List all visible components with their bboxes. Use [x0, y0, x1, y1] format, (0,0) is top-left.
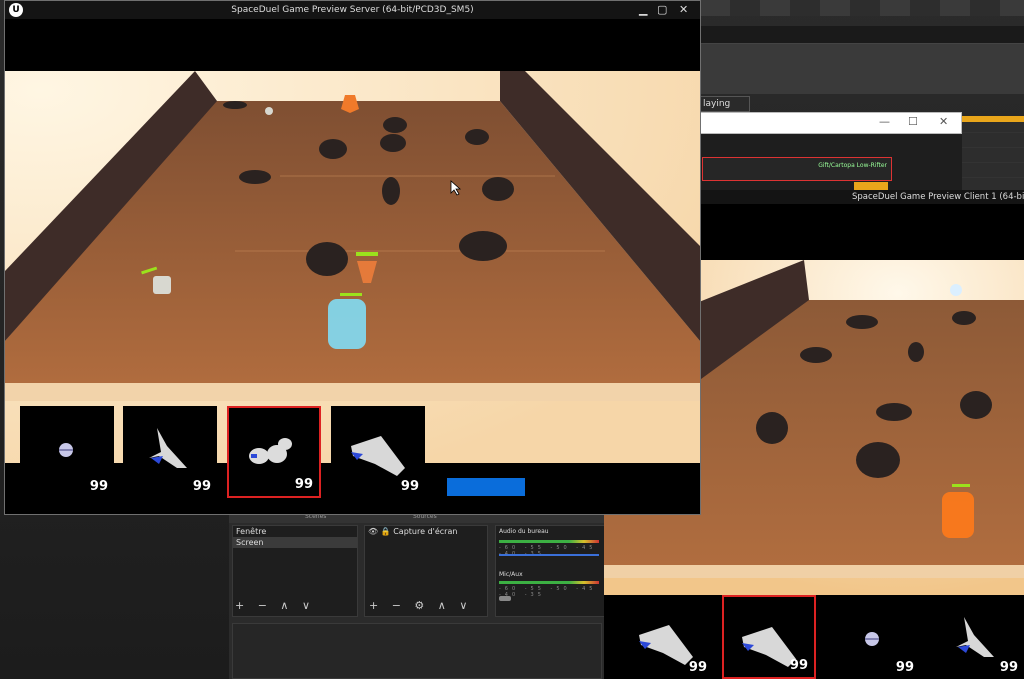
dialog-minimize-button[interactable]: — [879, 115, 890, 128]
player-ship-orange [942, 492, 974, 538]
scene-item[interactable]: Fenêtre [233, 526, 357, 537]
asteroid [800, 347, 832, 363]
mixer-mic-label: Mic/Aux [499, 571, 523, 578]
asteroid [856, 442, 900, 478]
server-game-viewport[interactable] [5, 71, 700, 463]
obs-dock: Scènes Sources Fenêtre Screen + − ∧ ∨ 👁 … [229, 513, 605, 679]
audio-mixer-panel: Audio du bureau -60 -55 -50 -45 -40 -35 … [495, 525, 605, 617]
asteroid [908, 342, 924, 362]
source-toolbar[interactable]: + − ⚙ ∧ ∨ [369, 599, 472, 612]
player-health-bar [952, 484, 970, 487]
asteroid [319, 139, 347, 159]
editor-viewport-grid [962, 122, 1024, 192]
lock-icon[interactable]: 🔒 [381, 527, 391, 536]
server-game-window: U SpaceDuel Game Preview Server (64-bit/… [4, 0, 701, 515]
mixer-desktop-label: Audio du bureau [499, 528, 549, 535]
inventory-slot[interactable]: 99 [20, 406, 114, 498]
mic-volume-slider[interactable] [499, 596, 511, 601]
server-titlebar[interactable]: U SpaceDuel Game Preview Server (64-bit/… [5, 1, 700, 19]
dialog-maximize-button[interactable]: ☐ [908, 115, 918, 128]
maximize-button[interactable]: ▢ [657, 1, 667, 19]
asteroid [382, 177, 400, 205]
enemy-ship [950, 284, 962, 296]
minimize-button[interactable]: ▁ [639, 1, 647, 19]
asteroid [459, 231, 507, 261]
dialog-window: — ☐ ✕ [700, 112, 962, 134]
player-health-bar-hud [447, 478, 525, 496]
client-inventory-slot[interactable]: 99 [619, 595, 713, 679]
client-inventory-slot-selected[interactable]: 99 [722, 595, 816, 679]
editor-tab-strip [700, 26, 1024, 44]
client-inventory-slot[interactable]: 99 [930, 595, 1024, 679]
asteroid [380, 134, 406, 152]
item-count: 99 [294, 477, 313, 492]
scene-item-selected[interactable]: Screen [233, 537, 357, 548]
item-count: 99 [688, 660, 707, 675]
asteroid [846, 315, 878, 329]
mic-volume-meter [499, 581, 599, 584]
editor-panel [700, 44, 1024, 94]
inventory-slot-selected[interactable]: 99 [227, 406, 321, 498]
asteroid [482, 177, 514, 201]
node-label: Gift/Cartopa Low-Rifter [818, 162, 887, 169]
asteroid [223, 101, 247, 109]
server-window-title: SpaceDuel Game Preview Server (64-bit/PC… [231, 5, 474, 15]
inventory-slot[interactable]: 99 [123, 406, 217, 498]
editor-toolbar [700, 0, 1024, 16]
item-count: 99 [999, 660, 1018, 675]
asteroid [756, 412, 788, 444]
asteroid [383, 117, 407, 133]
item-count: 99 [400, 479, 419, 494]
player-health-bar [340, 293, 362, 296]
asteroid [306, 242, 348, 276]
item-count: 99 [192, 479, 211, 494]
item-count: 99 [89, 479, 108, 494]
orange-marker [854, 182, 888, 190]
inventory-slot[interactable]: 99 [331, 406, 425, 498]
asteroid [465, 129, 489, 145]
desktop-volume-slider[interactable] [499, 554, 599, 556]
enemy-health-bar [356, 252, 378, 256]
enemy-ship [153, 276, 171, 294]
visibility-eye-icon[interactable]: 👁 [368, 527, 378, 536]
meter-scale: -60 -55 -50 -45 -40 -35 [499, 586, 597, 598]
item-count: 99 [895, 660, 914, 675]
dialog-close-button[interactable]: ✕ [939, 115, 948, 128]
asteroid [239, 170, 271, 184]
desktop-volume-meter [499, 540, 599, 543]
arena-edge [604, 565, 1024, 578]
asteroid [952, 311, 976, 325]
source-item[interactable]: 👁 🔒 Capture d'écran [365, 526, 487, 537]
source-label: Capture d'écran [393, 527, 458, 536]
arena-edge [5, 383, 700, 401]
asteroid [960, 391, 992, 419]
player-ship-blue [328, 299, 366, 349]
playing-tab[interactable]: laying [700, 96, 750, 112]
unreal-logo-icon: U [9, 3, 23, 17]
scene-toolbar[interactable]: + − ∧ ∨ [235, 599, 315, 612]
obs-controls-panel [232, 623, 602, 679]
highlighted-node: Gift/Cartopa Low-Rifter [702, 157, 892, 181]
asteroid [876, 403, 912, 421]
client-inventory-slot[interactable]: 99 [826, 595, 920, 679]
item-count: 99 [789, 658, 808, 673]
close-button[interactable]: ✕ [679, 1, 688, 19]
enemy-ship [265, 107, 273, 115]
